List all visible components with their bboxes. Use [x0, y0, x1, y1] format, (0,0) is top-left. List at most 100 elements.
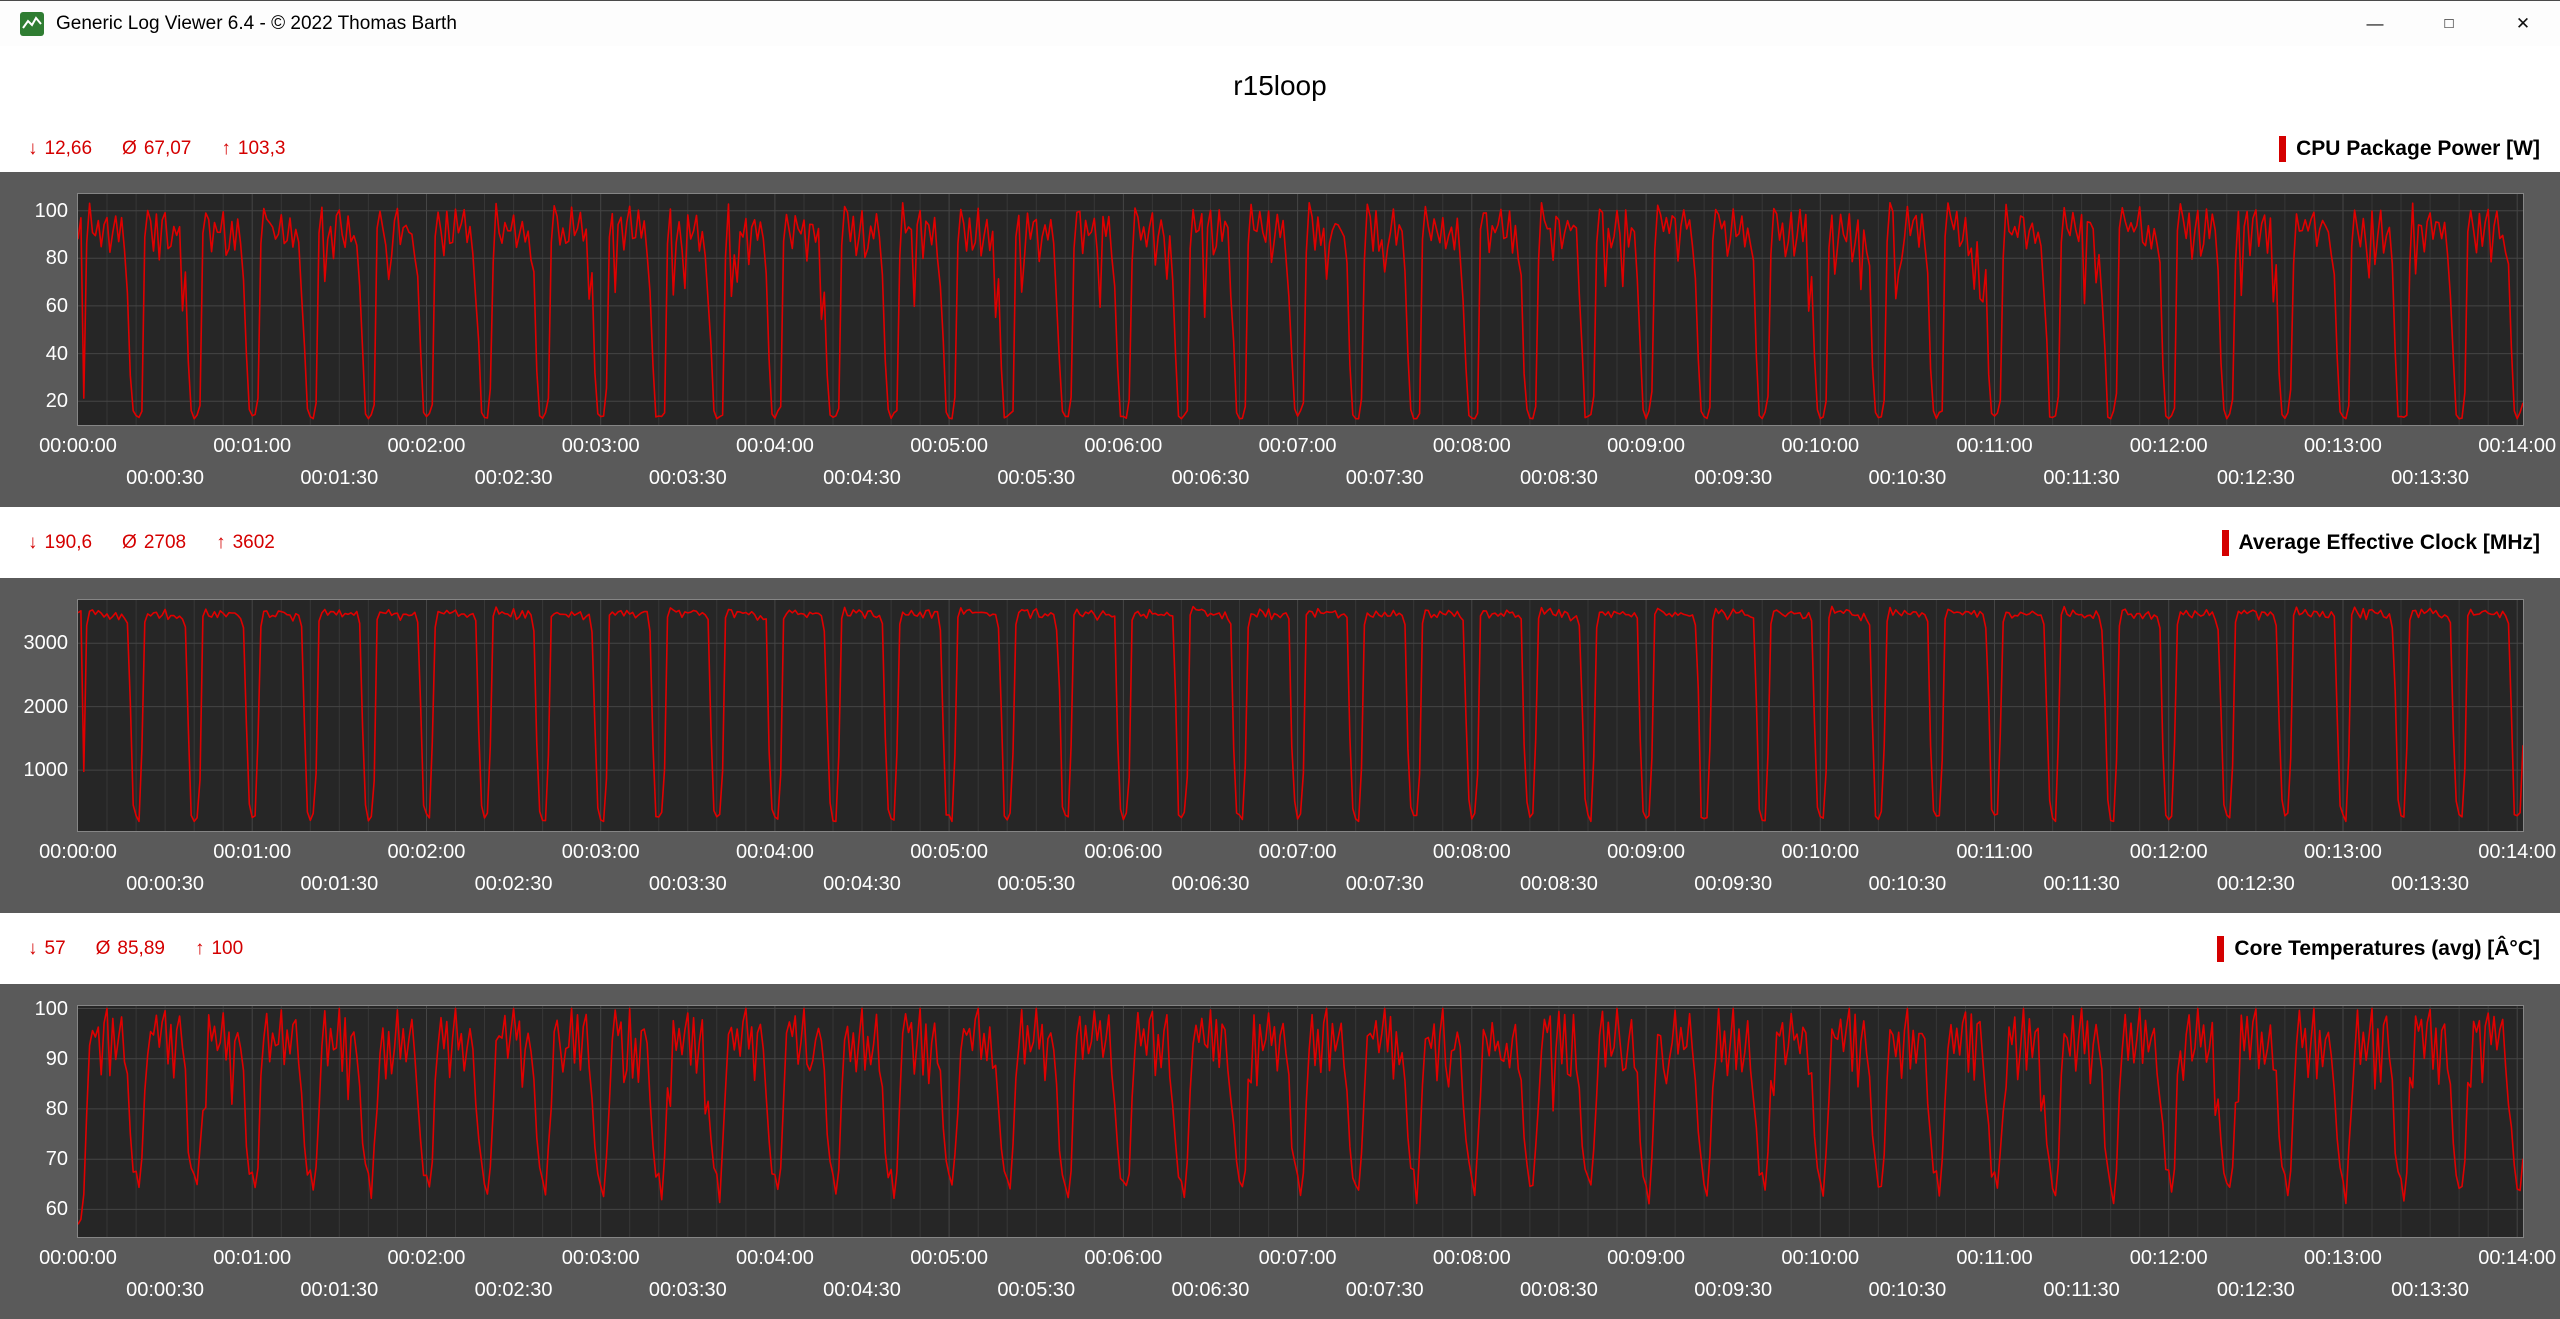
- stats-row-cpu-power: ↓ 12,66 Ø 67,07 ↑ 103,3 CPU Package Powe…: [0, 125, 2560, 172]
- x-tick-label: 00:07:30: [1315, 1278, 1455, 1302]
- x-tick-label: 00:01:00: [182, 434, 322, 458]
- x-tick-label: 00:09:30: [1663, 872, 1803, 896]
- stat-avg-value: 85,89: [117, 938, 165, 960]
- x-tick-label: 00:03:00: [531, 840, 671, 864]
- chart-panel-cpu-power: 10080604020 00:00:0000:01:0000:02:0000:0…: [0, 172, 2560, 507]
- x-tick-label: 00:13:30: [2360, 466, 2500, 490]
- x-tick-label: 00:01:30: [269, 1278, 409, 1302]
- stat-min: ↓ 190,6: [28, 532, 92, 554]
- stat-max-value: 103,3: [238, 138, 286, 160]
- x-tick-label: 00:01:30: [269, 872, 409, 896]
- y-tick-label: 20: [0, 390, 68, 412]
- x-tick-label: 00:09:00: [1576, 840, 1716, 864]
- stat-max-value: 100: [211, 938, 243, 960]
- x-tick-label: 00:11:00: [1925, 1246, 2065, 1270]
- x-tick-label: 00:05:00: [879, 840, 1019, 864]
- app-window: Generic Log Viewer 6.4 - © 2022 Thomas B…: [0, 0, 2560, 1319]
- y-tick-label: 100: [0, 998, 68, 1020]
- titlebar-left: Generic Log Viewer 6.4 - © 2022 Thomas B…: [0, 12, 457, 36]
- x-tick-label: 00:05:00: [879, 434, 1019, 458]
- x-tick-label: 00:04:30: [792, 1278, 932, 1302]
- x-tick-label: 00:07:30: [1315, 872, 1455, 896]
- avg-icon: Ø: [122, 532, 137, 554]
- y-tick-label: 100: [0, 200, 68, 222]
- titlebar[interactable]: Generic Log Viewer 6.4 - © 2022 Thomas B…: [0, 1, 2560, 46]
- x-tick-label: 00:04:00: [705, 840, 845, 864]
- app-icon: [20, 12, 44, 36]
- chart-panel-core-temps: 100 90 80 70 60 00:00:00 00:01:00 00:02:00 00:0…: [0, 984, 2560, 1319]
- series-line: [78, 1009, 2523, 1225]
- avg-icon: Ø: [96, 938, 111, 960]
- x-tick-label: 00:02:00: [356, 840, 496, 864]
- stats-cpu-power: ↓ 12,66 Ø 67,07 ↑ 103,3: [28, 138, 285, 160]
- stat-avg-value: 2708: [144, 532, 186, 554]
- plot-effective-clock[interactable]: [78, 600, 2523, 831]
- stat-min-value: 190,6: [45, 532, 93, 554]
- y-tick-label: 80: [0, 247, 68, 269]
- chart-panel-effective-clock: 300020001000 00:00:0000:01:0000:02:0000:…: [0, 578, 2560, 913]
- x-tick-label: 00:12:30: [2186, 872, 2326, 896]
- stat-avg: Ø 85,89: [96, 938, 165, 960]
- x-tick-label: 00:10:30: [1837, 872, 1977, 896]
- plot-canvas: [78, 194, 2523, 425]
- x-tick-label: 00:13:30: [2360, 1278, 2500, 1302]
- stats-effective-clock: ↓ 190,6 Ø 2708 ↑ 3602: [28, 532, 275, 554]
- legend-label: Core Temperatures (avg) [Â°C]: [2234, 937, 2540, 961]
- x-tick-label: 00:00:30: [95, 466, 235, 490]
- max-arrow-icon: ↑: [195, 938, 205, 960]
- stat-max: ↑ 3602: [216, 532, 275, 554]
- y-tick-label: 2000: [0, 696, 68, 718]
- series-line: [78, 203, 2523, 419]
- x-tick-label: 00:04:30: [792, 872, 932, 896]
- x-tick-label: 00:11:00: [1925, 434, 2065, 458]
- y-tick-label: 90: [0, 1048, 68, 1070]
- x-tick-label: 00:00:30: [95, 1278, 235, 1302]
- x-tick-label: 00:13:00: [2273, 434, 2413, 458]
- maximize-button[interactable]: □: [2412, 1, 2486, 46]
- x-tick-label: 00:11:00: [1925, 840, 2065, 864]
- x-tick-label: 00:05:30: [966, 1278, 1106, 1302]
- y-tick-label: 3000: [0, 632, 68, 654]
- x-tick-label: 00:06:00: [1053, 1246, 1193, 1270]
- minimize-icon: —: [2367, 14, 2384, 34]
- x-tick-label: 00:07:00: [1228, 1246, 1368, 1270]
- x-tick-label: 00:10:00: [1750, 434, 1890, 458]
- min-arrow-icon: ↓: [28, 138, 38, 160]
- x-tick-label: 00:00:00: [8, 1246, 148, 1270]
- x-tick-label: 00:08:30: [1489, 466, 1629, 490]
- close-button[interactable]: ✕: [2486, 1, 2560, 46]
- x-tick-label: 00:04:30: [792, 466, 932, 490]
- stat-avg: Ø 2708: [122, 532, 186, 554]
- series-line: [78, 606, 2523, 821]
- document-header: r15loop: [0, 46, 2560, 125]
- x-tick-label: 00:05:00: [879, 1246, 1019, 1270]
- y-tick-label: 70: [0, 1148, 68, 1170]
- stat-min: ↓ 57: [28, 938, 66, 960]
- page-title: r15loop: [1233, 70, 1326, 102]
- x-tick-label: 00:09:30: [1663, 466, 1803, 490]
- legend-label: CPU Package Power [W]: [2296, 137, 2540, 161]
- x-tick-label: 00:02:00: [356, 434, 496, 458]
- x-tick-label: 00:02:00: [356, 1246, 496, 1270]
- x-tick-label: 00:10:30: [1837, 1278, 1977, 1302]
- chart-section-cpu-package-power: ↓ 12,66 Ø 67,07 ↑ 103,3 CPU Package Powe…: [0, 125, 2560, 507]
- x-tick-label: 00:05:30: [966, 872, 1106, 896]
- plot-core-temps[interactable]: [78, 1006, 2523, 1237]
- x-tick-label: 00:02:30: [444, 1278, 584, 1302]
- plot-cpu-power[interactable]: [78, 194, 2523, 425]
- x-tick-label: 00:10:00: [1750, 840, 1890, 864]
- window-title: Generic Log Viewer 6.4 - © 2022 Thomas B…: [56, 13, 457, 35]
- minimize-button[interactable]: —: [2338, 1, 2412, 46]
- x-tick-label: 00:06:00: [1053, 434, 1193, 458]
- max-arrow-icon: ↑: [221, 138, 231, 160]
- x-tick-label: 00:07:30: [1315, 466, 1455, 490]
- x-tick-label: 00:11:30: [2012, 466, 2152, 490]
- x-tick-label: 00:03:00: [531, 1246, 671, 1270]
- x-tick-label: 00:14:00: [2447, 434, 2560, 458]
- x-tick-label: 00:03:00: [531, 434, 671, 458]
- x-tick-label: 00:01:30: [269, 466, 409, 490]
- x-tick-label: 00:01:00: [182, 1246, 322, 1270]
- y-tick-label: 60: [0, 1198, 68, 1220]
- y-tick-label: 80: [0, 1098, 68, 1120]
- x-tick-label: 00:12:30: [2186, 1278, 2326, 1302]
